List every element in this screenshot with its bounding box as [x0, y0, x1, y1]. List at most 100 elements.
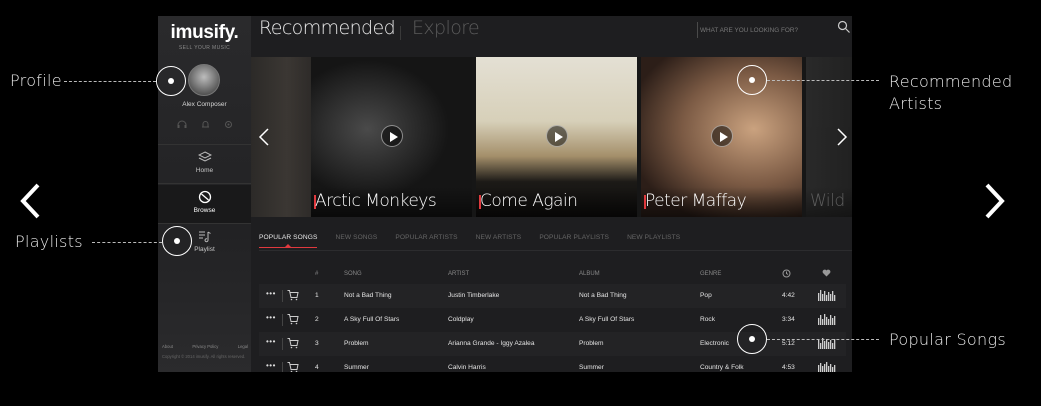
artist-name[interactable]: Coldplay — [448, 316, 474, 323]
callout-line — [767, 339, 879, 340]
callout-line — [64, 81, 156, 82]
layers-icon — [197, 151, 212, 162]
tab-new-artists[interactable]: NEW ARTISTS — [476, 234, 522, 248]
track-number: 2 — [315, 316, 319, 323]
album-name[interactable]: Not a Bad Thing — [579, 292, 627, 299]
sidebar-item-label: Home — [195, 167, 214, 174]
album-name[interactable]: Summer — [579, 364, 604, 371]
hotspot-popular-songs[interactable] — [737, 324, 767, 354]
clock-icon[interactable] — [782, 269, 791, 278]
hotspot-playlists[interactable] — [162, 226, 192, 256]
previous-arrow-icon[interactable] — [18, 182, 42, 220]
divider — [158, 223, 251, 224]
tab-recommended[interactable]: Recommended — [259, 17, 396, 39]
more-icon[interactable]: ••• — [266, 337, 276, 346]
search-icon[interactable] — [837, 20, 851, 34]
app-logo[interactable]: imusify. — [158, 22, 251, 44]
artist-name[interactable]: Justin Timberlake — [448, 292, 499, 299]
sidebar-item-browse[interactable]: Browse — [158, 185, 251, 223]
artist-name: Come Again — [480, 191, 578, 211]
about-link[interactable]: About — [162, 344, 173, 349]
cart-icon[interactable] — [287, 289, 299, 301]
column-header-num[interactable]: # — [315, 271, 318, 277]
avatar[interactable] — [188, 64, 220, 96]
song-title[interactable]: A Sky Full Of Stars — [344, 316, 399, 323]
column-header-album[interactable]: ALBUM — [579, 271, 600, 277]
artist-card[interactable]: Peter Maffay — [641, 57, 802, 217]
annotation-recommended-line2: Artists — [889, 94, 943, 113]
sidebar-item-home[interactable]: Home — [158, 146, 251, 184]
column-header-song[interactable]: SONG — [344, 271, 362, 277]
cart-icon[interactable] — [287, 337, 299, 349]
tab-popular-artists[interactable]: POPULAR ARTISTS — [395, 234, 457, 248]
more-icon[interactable]: ••• — [266, 361, 276, 370]
more-icon[interactable]: ••• — [266, 289, 276, 298]
table-row[interactable]: ••• 1 Not a Bad Thing Justin Timberlake … — [259, 284, 846, 308]
copyright: Copyright © 2014 imusify. All rights res… — [162, 354, 246, 359]
carousel-prev-icon[interactable] — [257, 127, 271, 147]
table-row[interactable]: ••• 4 Summer Calvin Harris Summer Countr… — [259, 356, 846, 372]
tab-explore[interactable]: Explore — [412, 17, 480, 39]
artist-name: Wild — [810, 191, 845, 211]
next-arrow-icon[interactable] — [983, 182, 1007, 220]
genre: Electronic — [700, 340, 729, 347]
duration: 4:42 — [782, 292, 795, 299]
waveform-icon[interactable] — [818, 361, 836, 372]
card-caption: Arctic Monkeys — [311, 187, 472, 217]
legal-link[interactable]: Legal — [238, 344, 248, 349]
play-button[interactable] — [545, 125, 568, 147]
headphones-icon[interactable] — [176, 120, 188, 130]
callout-line — [92, 242, 162, 243]
song-title[interactable]: Summer — [344, 364, 369, 371]
song-title[interactable]: Not a Bad Thing — [344, 292, 392, 299]
cart-icon[interactable] — [287, 313, 299, 325]
song-title[interactable]: Problem — [344, 340, 369, 347]
bell-icon[interactable] — [199, 120, 211, 130]
waveform-icon[interactable] — [818, 313, 836, 325]
heart-icon[interactable] — [822, 269, 831, 277]
duration: 5:12 — [782, 340, 795, 347]
annotation-popular-songs: Popular Songs — [889, 330, 1007, 349]
annotation-playlists: Playlists — [15, 232, 83, 251]
waveform-icon[interactable] — [818, 289, 836, 301]
privacy-link[interactable]: Privacy Policy — [192, 344, 218, 349]
hotspot-profile[interactable] — [156, 66, 186, 96]
sidebar-item-label: Playlist — [194, 246, 215, 253]
divider — [158, 183, 251, 184]
settings-icon[interactable] — [222, 120, 234, 130]
sidebar-item-label: Browse — [193, 207, 216, 214]
username[interactable]: Alex Composer — [158, 101, 251, 108]
carousel-next-icon[interactable] — [835, 127, 849, 147]
artist-name[interactable]: Calvin Harris — [448, 364, 486, 371]
column-header-artist[interactable]: ARTIST — [448, 271, 469, 277]
callout-line — [767, 80, 879, 81]
compass-icon — [198, 190, 211, 204]
track-number: 1 — [315, 292, 319, 299]
play-button[interactable] — [380, 125, 403, 147]
divider — [259, 250, 852, 251]
genre: Country & Folk — [700, 364, 744, 371]
annotation-profile: Profile — [10, 71, 62, 90]
artist-name: Arctic Monkeys — [315, 191, 437, 211]
divider — [400, 26, 401, 40]
cart-icon[interactable] — [287, 361, 299, 372]
duration: 3:34 — [782, 316, 795, 323]
play-button[interactable] — [710, 125, 733, 147]
album-name[interactable]: Problem — [579, 340, 604, 347]
tab-popular-playlists[interactable]: POPULAR PLAYLISTS — [539, 234, 609, 248]
table-header: # SONG ARTIST ALBUM GENRE — [259, 264, 846, 284]
tab-new-songs[interactable]: NEW SONGS — [335, 234, 377, 248]
tab-popular-songs[interactable]: POPULAR SONGS — [259, 234, 318, 248]
tab-new-playlists[interactable]: NEW PLAYLISTS — [627, 234, 680, 248]
more-icon[interactable]: ••• — [266, 313, 276, 322]
hotspot-recommended-artists[interactable] — [737, 65, 767, 95]
album-name[interactable]: A Sky Full Of Stars — [579, 316, 634, 323]
artist-card[interactable]: Come Again — [476, 57, 637, 217]
divider — [697, 22, 698, 38]
tagline: SELL YOUR MUSIC — [178, 45, 231, 51]
column-header-genre[interactable]: GENRE — [700, 271, 721, 277]
artist-card[interactable]: Arctic Monkeys — [311, 57, 472, 217]
artist-name[interactable]: Arianna Grande - Iggy Azalea — [448, 340, 535, 347]
search-input[interactable] — [700, 24, 820, 36]
popular-songs-table: # SONG ARTIST ALBUM GENRE ••• 1 Not a Ba… — [259, 264, 846, 372]
